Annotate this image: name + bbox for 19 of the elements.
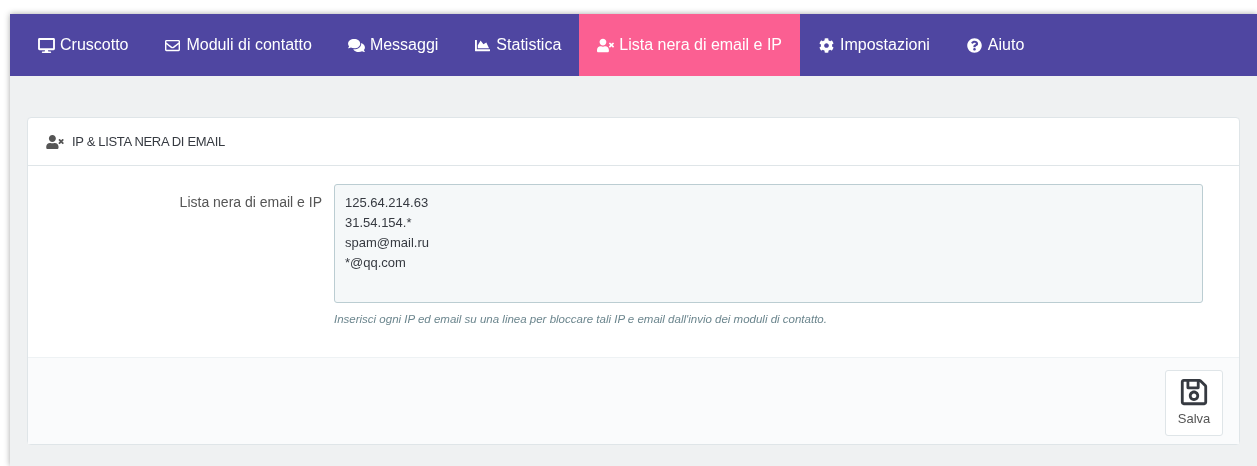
- area-chart-icon: [474, 37, 492, 53]
- nav-tab[interactable]: Messaggi: [329, 14, 457, 76]
- nav-tab[interactable]: Statistica: [456, 14, 580, 76]
- monitor-icon: [38, 37, 55, 53]
- user-x-icon: [597, 37, 615, 53]
- nav-tab[interactable]: Cruscotto: [20, 14, 147, 76]
- gear-icon: [818, 37, 836, 53]
- question-icon: [965, 37, 983, 53]
- speech-bubbles-icon: [347, 37, 365, 53]
- field-label: Lista nera di email e IP: [178, 193, 323, 212]
- user-x-icon: [46, 134, 64, 149]
- envelope-icon: [164, 37, 182, 53]
- blacklist-textarea[interactable]: 125.64.214.63 31.54.154.* spam@mail.ru *@qq.com: [334, 184, 1203, 303]
- nav-tab[interactable]: Aiuto: [947, 14, 1043, 76]
- nav-tab[interactable]: Moduli di contatto: [146, 14, 330, 76]
- panel-title: IP & LISTA NERA DI EMAIL: [72, 132, 225, 151]
- nav-tab[interactable]: Impostazioni: [800, 14, 948, 76]
- help-text: Inserisci ogni IP ed email su una linea per bloccare tali IP e email dall'invio dei moduli di contatto.: [334, 312, 828, 327]
- save-button[interactable]: Salva: [1165, 370, 1223, 436]
